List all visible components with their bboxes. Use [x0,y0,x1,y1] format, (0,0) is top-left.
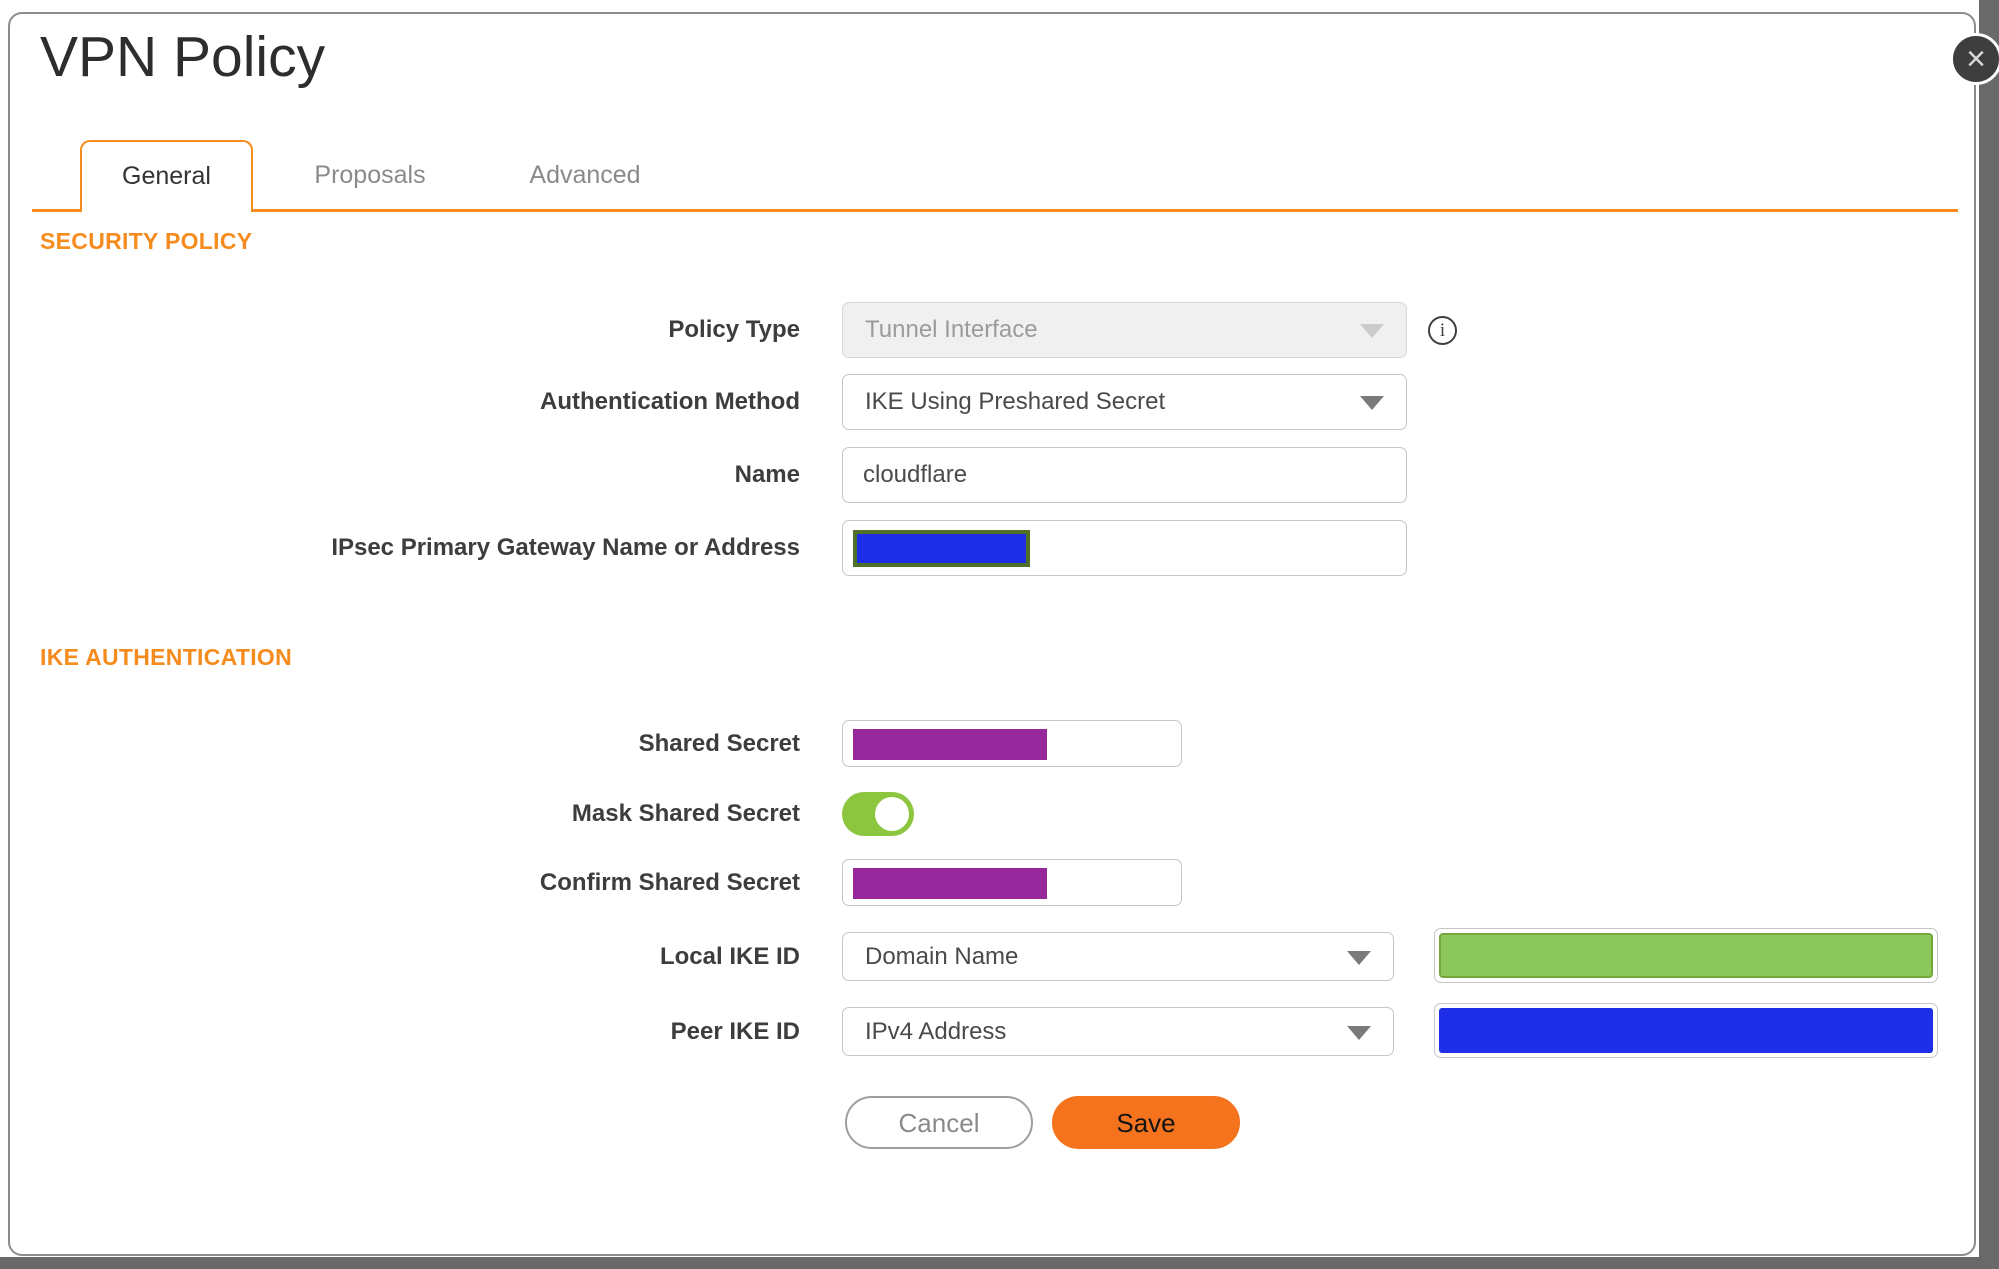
authentication-method-label: Authentication Method [540,388,800,415]
redacted-gateway-value [853,530,1030,567]
close-button[interactable]: × [1950,33,1999,85]
modal-backdrop-bottom [0,1257,1999,1269]
chevron-down-icon [1347,950,1371,965]
local-ike-id-type-value: Domain Name [865,942,1019,970]
local-ike-id-label: Local IKE ID [659,943,800,970]
authentication-method-select[interactable]: IKE Using Preshared Secret [842,374,1407,430]
vpn-policy-dialog: VPN Policy General Proposals Advanced SE… [8,12,1976,1256]
tab-advanced[interactable]: Advanced [485,140,685,210]
authentication-method-value: IKE Using Preshared Secret [865,388,1166,415]
gateway-input[interactable] [842,520,1407,576]
peer-ike-id-value-input[interactable] [1434,1003,1938,1058]
redacted-confirm-shared-secret-value [853,868,1047,899]
peer-ike-id-type-select[interactable]: IPv4 Address [842,1007,1394,1056]
toggle-knob [875,797,909,831]
ike-authentication-heading: IKE AUTHENTICATION [40,644,292,670]
redacted-shared-secret-value [853,729,1047,760]
cancel-button[interactable]: Cancel [845,1096,1033,1149]
modal-backdrop-right [1979,0,1999,1269]
tab-general[interactable]: General [80,140,253,212]
shared-secret-label: Shared Secret [638,730,800,757]
redacted-peer-ike-id-value [1439,1008,1933,1053]
chevron-down-icon [1347,1025,1371,1040]
page-title: VPN Policy [40,25,326,89]
shared-secret-input[interactable] [842,720,1182,767]
confirm-shared-secret-input[interactable] [842,859,1182,906]
confirm-shared-secret-label: Confirm Shared Secret [539,869,800,896]
close-icon: × [1966,40,1986,78]
gateway-label: IPsec Primary Gateway Name or Address [331,534,800,561]
chevron-down-icon [1360,396,1384,410]
name-input[interactable] [842,447,1407,503]
save-button[interactable]: Save [1052,1096,1240,1149]
security-policy-heading: SECURITY POLICY [40,228,253,254]
mask-shared-secret-toggle[interactable] [842,792,914,836]
local-ike-id-value-input[interactable] [1434,928,1938,983]
policy-type-select: Tunnel Interface [842,302,1407,358]
peer-ike-id-label: Peer IKE ID [670,1018,800,1045]
policy-type-value: Tunnel Interface [865,316,1038,343]
tab-proposals[interactable]: Proposals [270,140,470,210]
chevron-down-icon [1360,324,1384,338]
local-ike-id-type-select[interactable]: Domain Name [842,932,1394,981]
info-icon[interactable]: i [1428,316,1457,345]
policy-type-label: Policy Type [668,316,800,343]
redacted-local-ike-id-value [1439,933,1933,978]
name-label: Name [734,461,800,488]
mask-shared-secret-label: Mask Shared Secret [571,800,800,827]
peer-ike-id-type-value: IPv4 Address [865,1017,1007,1045]
